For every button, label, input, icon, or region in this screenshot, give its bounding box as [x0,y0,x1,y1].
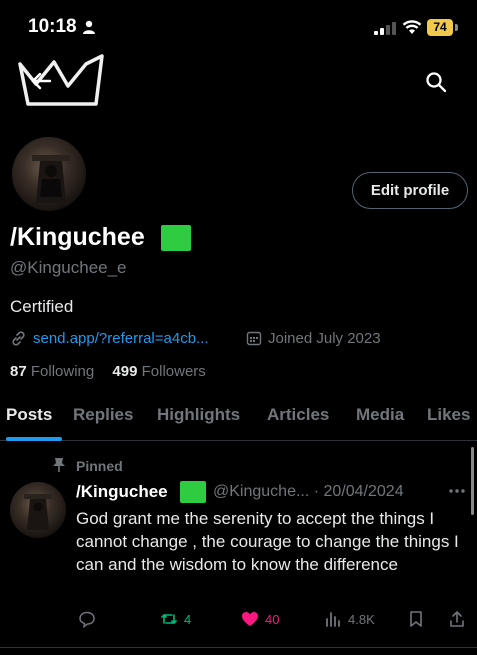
tab-posts[interactable]: Posts [6,405,52,425]
green-square-badge [180,481,206,503]
pin-icon [53,458,65,472]
follow-stats: 87 Following 499 Followers [10,363,206,380]
battery-nub [455,24,458,31]
person-icon [83,20,95,34]
reply-button[interactable] [78,608,96,630]
link-icon [12,331,25,346]
followers-count: 499 [112,363,138,380]
post-author-name[interactable]: /Kinguchee [76,482,168,502]
calendar-icon [246,331,262,346]
retweet-count: 4 [184,611,192,627]
followers-label: Followers [141,363,206,380]
share-icon [450,611,464,627]
green-square-badge [161,225,191,251]
following-count: 87 [10,363,27,380]
pinned-label: Pinned [76,458,123,474]
post-actions: 4 40 4.8K [0,608,477,632]
scrollbar-thumb[interactable] [471,447,474,515]
status-bar: 10:18 74 [0,0,477,52]
display-name: /Kinguchee [10,223,145,251]
signal-icon [374,22,396,35]
post-avatar[interactable] [10,482,66,538]
followers-link[interactable]: 499 Followers [112,363,205,380]
share-button[interactable] [448,608,466,630]
like-button[interactable]: 40 [241,608,279,630]
following-link[interactable]: 87 Following [10,363,94,380]
tab-media[interactable]: Media [356,405,404,425]
views-icon [326,612,340,627]
tab-replies[interactable]: Replies [73,405,133,425]
joined-date: Joined July 2023 [268,330,381,347]
views-button[interactable]: 4.8K [324,608,375,630]
tab-articles[interactable]: Articles [267,405,329,425]
retweet-icon [161,614,177,624]
crown-icon [18,54,104,106]
bookmark-icon [410,611,422,627]
battery-indicator: 74 [427,19,453,36]
wifi-icon [402,20,422,34]
post-text: God grant me the serenity to accept the … [76,509,459,574]
profile-tabs: Posts Replies Highlights Articles Media … [0,395,477,441]
divider [0,647,477,648]
bookmark-button[interactable] [407,608,425,630]
more-icon[interactable] [447,486,467,496]
status-time: 10:18 [28,16,77,37]
tab-likes[interactable]: Likes [427,405,470,425]
heart-icon [242,612,258,626]
following-label: Following [30,363,95,380]
edit-profile-button[interactable]: Edit profile [352,172,468,209]
reply-icon [79,611,95,628]
profile-bio: Certified [10,297,74,316]
retweet-button[interactable]: 4 [160,608,191,630]
active-tab-indicator [6,437,62,441]
tab-highlights[interactable]: Highlights [157,405,240,425]
post-meta: @Kinguche... · 20/04/2024 [213,483,404,500]
profile-avatar[interactable] [10,135,88,213]
profile-link[interactable]: send.app/?referral=a4cb... [33,330,209,347]
profile-handle: @Kinguchee_e [10,258,127,277]
back-arrow-icon[interactable] [30,70,52,92]
like-count: 40 [265,611,280,627]
views-count: 4.8K [348,611,375,627]
search-icon[interactable] [424,70,448,94]
